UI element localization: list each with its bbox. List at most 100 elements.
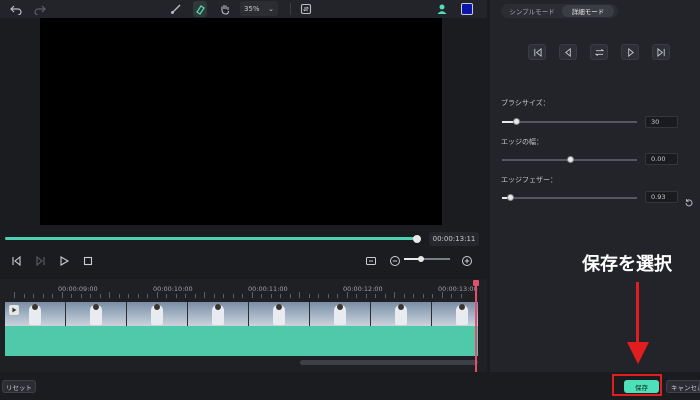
ruler-tick <box>156 292 158 298</box>
clip-thumbnail <box>127 302 188 327</box>
brush-size-handle[interactable] <box>512 118 520 125</box>
play-icon[interactable] <box>58 252 70 266</box>
ruler-tick <box>441 292 443 298</box>
save-button[interactable]: 保存 <box>624 380 659 393</box>
ruler-tick <box>175 294 177 298</box>
ruler-tick <box>166 294 167 298</box>
video-preview[interactable] <box>40 18 442 225</box>
reset-icon[interactable] <box>684 193 694 207</box>
reset-button[interactable]: リセット <box>2 380 36 393</box>
ruler-label: 00:00:12:00 <box>343 285 383 293</box>
fullscreen-icon[interactable] <box>365 252 377 265</box>
clip-thumbnail <box>371 302 432 327</box>
edge-width-value[interactable]: 0.00 <box>645 153 678 165</box>
next-frame-icon[interactable] <box>35 252 47 267</box>
zoom-slider-handle[interactable] <box>418 256 424 262</box>
ruler-tick <box>194 294 196 298</box>
ruler-tick <box>451 294 452 298</box>
ruler-tick <box>356 294 357 298</box>
ruler-tick <box>280 294 281 298</box>
brush-size-value[interactable]: 30 <box>645 116 678 128</box>
first-frame-button[interactable] <box>528 44 546 60</box>
ruler-tick <box>80 294 82 298</box>
last-frame-button[interactable] <box>652 44 670 60</box>
undo-icon[interactable] <box>10 1 22 17</box>
ruler-tick <box>261 294 262 298</box>
ruler-tick <box>14 292 15 298</box>
zoom-out-icon[interactable] <box>389 252 401 266</box>
video-track-thumbnails[interactable] <box>5 302 478 327</box>
edge-width-label: エッジの幅： <box>501 138 543 146</box>
annotation-arrow-head <box>627 342 649 364</box>
tab-simple-mode[interactable]: シンプルモード <box>506 5 558 17</box>
playhead-handle[interactable] <box>473 280 479 286</box>
brush-icon[interactable] <box>170 1 182 17</box>
step-back-icon <box>564 47 571 57</box>
progress-handle[interactable] <box>413 235 421 243</box>
ruler-tick <box>185 294 186 298</box>
ruler-tick <box>403 294 405 298</box>
ruler-label: 00:00:13:00 <box>438 285 478 293</box>
ruler-tick <box>33 294 34 298</box>
ruler-label: 00:00:11:00 <box>248 285 288 293</box>
ruler-tick <box>61 292 63 298</box>
ruler-tick <box>223 294 224 298</box>
ruler-tick <box>251 292 253 298</box>
ruler-tick <box>318 294 319 298</box>
ruler-tick <box>289 294 291 298</box>
brush-size-slider[interactable] <box>502 121 637 123</box>
ruler-tick <box>118 294 120 298</box>
toolbar-divider <box>290 3 291 15</box>
eraser-icon[interactable] <box>193 1 207 17</box>
ruler-tick <box>299 292 300 298</box>
next-frame-button[interactable] <box>621 44 639 60</box>
ruler-tick <box>42 294 44 298</box>
footer-bar <box>0 372 700 400</box>
timeline-scrollbar[interactable] <box>300 360 478 365</box>
zoom-in-icon[interactable] <box>461 252 473 266</box>
zoom-dropdown[interactable]: 35% ⌄ <box>240 1 278 16</box>
ruler-label: 00:00:09:00 <box>58 285 98 293</box>
color-picker[interactable] <box>460 1 474 17</box>
ruler-tick <box>394 292 395 298</box>
swap-icon <box>594 48 604 56</box>
preview-toolbar: 35% ⌄ <box>0 0 487 18</box>
ruler-tick <box>99 294 101 298</box>
person-icon[interactable] <box>436 1 448 17</box>
stop-icon[interactable] <box>82 252 94 266</box>
clip-thumbnail <box>188 302 249 327</box>
chevron-down-icon: ⌄ <box>268 4 274 13</box>
hand-icon[interactable] <box>219 1 231 17</box>
tab-advanced-mode[interactable]: 詳細モード <box>562 5 614 17</box>
timecode-display: 00:00:13:11 <box>429 232 479 246</box>
cancel-button[interactable]: キャンセル <box>666 380 700 393</box>
ruler-tick <box>232 294 234 298</box>
ruler-tick <box>242 294 243 298</box>
edge-feather-value[interactable]: 0.93 <box>645 191 678 203</box>
ruler-tick <box>346 292 348 298</box>
skip-forward-icon <box>656 47 665 57</box>
redo-icon[interactable] <box>34 1 46 17</box>
mask-track[interactable] <box>5 326 478 356</box>
ruler-tick <box>137 294 139 298</box>
playhead[interactable] <box>475 281 477 372</box>
ruler-tick <box>52 294 53 298</box>
progress-bar[interactable] <box>5 237 418 240</box>
prev-frame-icon[interactable] <box>10 252 22 267</box>
prev-frame-button[interactable] <box>559 44 577 60</box>
compare-icon[interactable] <box>300 1 312 17</box>
ruler-tick <box>204 292 205 298</box>
edge-width-handle[interactable] <box>566 156 574 163</box>
ruler-tick <box>384 294 386 298</box>
clip-thumbnail <box>310 302 371 327</box>
edge-feather-slider[interactable] <box>502 197 637 199</box>
ruler-tick <box>90 294 91 298</box>
ruler-tick <box>365 294 367 298</box>
brush-size-label: ブラシサイズ： <box>501 99 550 107</box>
ruler-tick <box>128 294 129 298</box>
color-swatch <box>461 3 473 15</box>
ruler-tick <box>337 294 338 298</box>
swap-button[interactable] <box>590 44 608 60</box>
clip-thumbnail <box>66 302 127 327</box>
clip-thumbnail <box>432 302 478 327</box>
